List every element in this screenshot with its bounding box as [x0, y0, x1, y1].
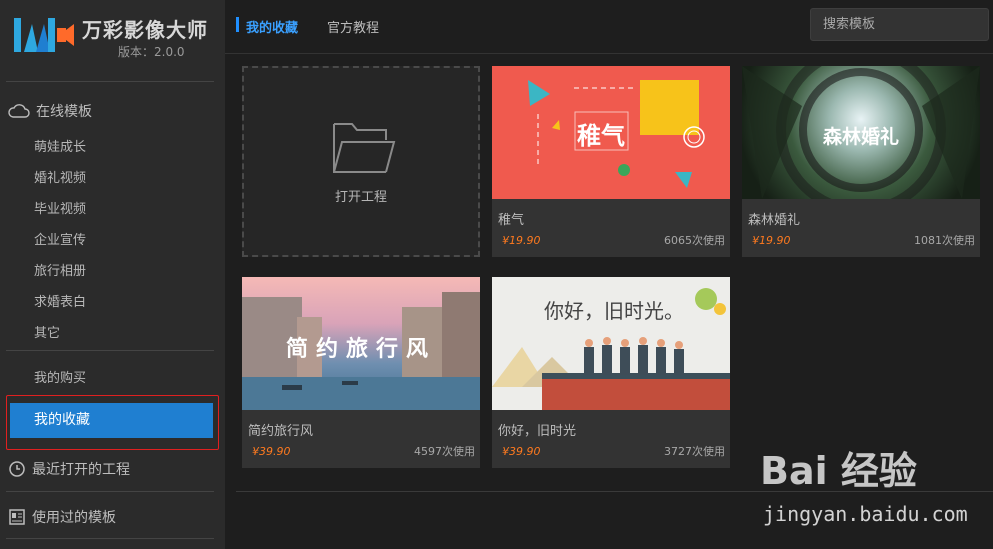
sidebar-item-proposal[interactable]: 求婚表白	[34, 291, 86, 310]
template-uses: 1081次使用	[914, 234, 975, 247]
template-title: 你好，旧时光	[498, 424, 577, 439]
recent-projects-item[interactable]: 最近打开的工程	[8, 459, 130, 479]
open-project-card[interactable]: 打开工程	[242, 66, 480, 257]
template-card-travel[interactable]: 简约旅行风 简约旅行风 ¥39.90 4597次使用	[242, 277, 480, 468]
template-thumbnail: 简约旅行风	[242, 277, 480, 410]
sidebar-item-wedding[interactable]: 婚礼视频	[34, 167, 86, 186]
template-thumbnail: 森林婚礼	[742, 66, 980, 199]
thumbnail-title: 稚气	[577, 122, 625, 150]
sidebar-item-purchases[interactable]: 我的购买	[34, 367, 86, 386]
app-logo: 万彩影像大师 版本：2.0.0	[14, 12, 214, 72]
sidebar-item-graduation[interactable]: 毕业视频	[34, 198, 86, 217]
template-card-forest-wedding[interactable]: 森林婚礼 森林婚礼 ¥19.90 1081次使用	[742, 66, 980, 257]
clock-icon	[9, 461, 25, 477]
template-title: 森林婚礼	[748, 213, 801, 228]
tab-tutorials[interactable]: 官方教程	[327, 17, 379, 36]
active-tab-indicator	[236, 17, 239, 32]
template-price: ¥39.90	[502, 445, 541, 458]
template-title: 简约旅行风	[248, 424, 314, 439]
sidebar-item-baby[interactable]: 萌娃成长	[34, 136, 86, 155]
logo-icon	[14, 18, 74, 52]
template-price: ¥19.90	[752, 234, 791, 247]
divider	[6, 538, 214, 539]
template-uses: 6065次使用	[664, 234, 725, 247]
sidebar-item-enterprise[interactable]: 企业宣传	[34, 229, 86, 248]
recent-projects-label: 最近打开的工程	[32, 462, 130, 478]
template-thumbnail: 你好，旧时光。	[492, 277, 730, 410]
tab-favorites[interactable]: 我的收藏	[246, 17, 298, 36]
thumbnail-title: 森林婚礼	[822, 126, 899, 148]
online-templates-label: 在线模板	[36, 104, 92, 120]
thumbnail-title: 简约旅行风	[285, 337, 436, 362]
used-templates-item[interactable]: 使用过的模板	[8, 507, 116, 527]
online-templates-header[interactable]: 在线模板	[8, 101, 92, 121]
template-thumbnail: 稚气	[492, 66, 730, 199]
used-templates-label: 使用过的模板	[32, 510, 116, 526]
open-project-label: 打开工程	[334, 190, 387, 205]
template-title: 稚气	[498, 213, 525, 228]
app-version: 版本：2.0.0	[118, 45, 185, 59]
document-list-icon	[9, 509, 25, 525]
template-card-zhiqi[interactable]: 稚气 稚气 ¥19.90 6065次使用	[492, 66, 730, 257]
search-input[interactable]	[810, 8, 989, 41]
divider	[6, 491, 214, 492]
divider	[6, 350, 214, 351]
thumbnail-title: 你好，旧时光。	[544, 299, 684, 323]
template-uses: 3727次使用	[664, 445, 725, 458]
sidebar: 万彩影像大师 版本：2.0.0 在线模板 萌娃成长 婚礼视频 毕业视频 企业宣传…	[0, 0, 225, 549]
watermark-brand: Bai 经验	[760, 449, 917, 493]
top-bar: 我的收藏 官方教程	[225, 0, 993, 54]
watermark-url: jingyan.baidu.com	[763, 502, 968, 526]
sidebar-item-other[interactable]: 其它	[34, 322, 60, 341]
template-price: ¥39.90	[252, 445, 291, 458]
baidu-watermark: Bai 经验 jingyan.baidu.com	[760, 440, 990, 540]
folder-icon	[333, 123, 396, 173]
app-name: 万彩影像大师	[82, 18, 208, 42]
sidebar-item-travel[interactable]: 旅行相册	[34, 260, 86, 279]
template-card-old-times[interactable]: 你好，旧时光。 你好，旧时光 ¥39.90 3727次使用	[492, 277, 730, 468]
template-price: ¥19.90	[502, 234, 541, 247]
cloud-icon	[8, 104, 30, 118]
template-uses: 4597次使用	[414, 445, 475, 458]
divider	[6, 81, 214, 82]
highlight-annotation	[6, 395, 219, 450]
